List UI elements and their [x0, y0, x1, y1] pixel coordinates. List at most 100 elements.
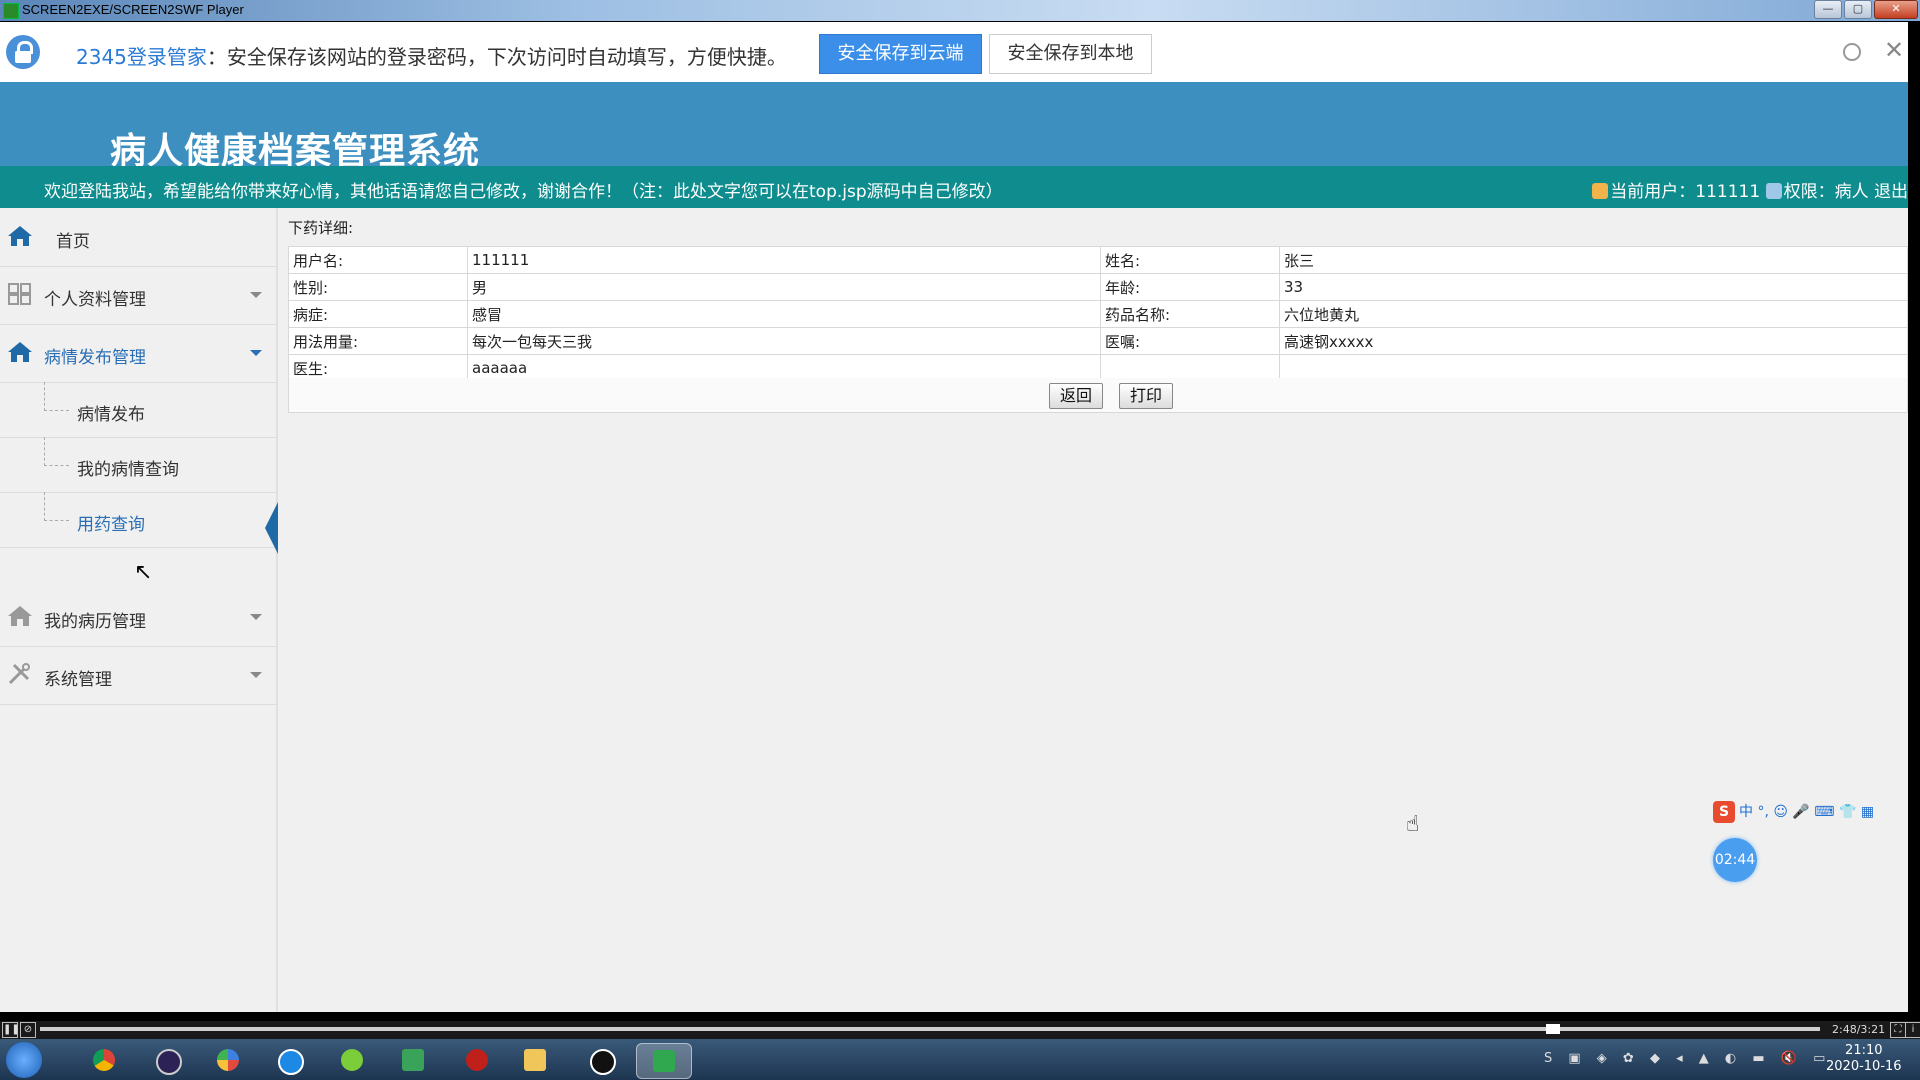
medication-detail-table: 用户名: 111111 姓名: 张三 性别: 男 年龄: 33 病症: 感冒 药…	[288, 246, 1908, 382]
name-value: 张三	[1279, 246, 1908, 274]
ime-toolbar[interactable]: S中 °, ☺ 🎤 ⌨ 👕 ▦	[1713, 801, 1908, 825]
tree-line	[44, 437, 69, 466]
browser-viewport: 2345登录管家：安全保存该网站的登录密码，下次访问时自动填写，方便快捷。 安全…	[0, 22, 1908, 1012]
ime-mode[interactable]: 中	[1739, 804, 1753, 820]
drug-label: 药品名称:	[1100, 300, 1280, 328]
clock-date: 2020-10-16	[1826, 1059, 1902, 1074]
minimize-button[interactable]: —	[1814, 0, 1842, 19]
clock[interactable]: 21:10 2020-10-16	[1826, 1043, 1902, 1075]
home-icon	[8, 606, 32, 626]
current-user-label: 当前用户：	[1610, 182, 1696, 202]
gender-value: 男	[467, 273, 1101, 301]
role-icon	[1765, 183, 1782, 199]
submenu-item-medication[interactable]: 用药查询	[0, 492, 278, 554]
sidebar-item-condition[interactable]: 病情发布管理	[0, 324, 276, 383]
sidebar-item-system[interactable]: 系统管理	[0, 646, 276, 705]
usage-value: 每次一包每天三我	[467, 327, 1101, 355]
current-user: 111111	[1695, 182, 1761, 202]
gender-label: 性别:	[288, 273, 468, 301]
sidebar-item-profile[interactable]: 个人资料管理	[0, 266, 276, 325]
player-controls: ❚❚ ⊘ 2:48/3:21 ⛶ i	[0, 1021, 1920, 1039]
save-to-local-button[interactable]: 安全保存到本地	[989, 34, 1152, 74]
browser-icon[interactable]	[272, 1043, 306, 1077]
clock-time: 21:10	[1845, 1043, 1883, 1058]
sidebar-item-records[interactable]: 我的病历管理	[0, 588, 276, 647]
system-tray[interactable]: S ▣ ◈ ✿ ◆ ◂ ▲ ◐ ▬ 🔇 ▭	[1544, 1051, 1831, 1066]
tree-line	[44, 492, 69, 521]
window-title: SCREEN2EXE/SCREEN2SWF Player	[22, 2, 244, 17]
table-row: 性别: 男 年龄: 33	[288, 273, 1908, 301]
sidebar-item-label: 个人资料管理	[44, 290, 146, 310]
chevron-down-icon	[250, 350, 262, 356]
submenu-item-my-condition[interactable]: 我的病情查询	[0, 437, 276, 493]
disease-label: 病症:	[288, 300, 468, 328]
seek-thumb[interactable]	[1546, 1024, 1560, 1034]
home-icon	[8, 342, 32, 362]
user-info: 当前用户：111111 权限：病人 退出	[1592, 177, 1908, 202]
player-title-bar: SCREEN2EXE/SCREEN2SWF Player — ▢ ✕	[0, 0, 1920, 21]
flash-icon[interactable]	[460, 1043, 494, 1077]
advice-value: 高速钢xxxxx	[1279, 327, 1908, 355]
sogou-icon[interactable]: S	[1713, 801, 1735, 823]
app-leaf-icon[interactable]	[335, 1043, 369, 1077]
app-icon	[3, 3, 19, 19]
folder-icon[interactable]	[518, 1043, 552, 1077]
start-button[interactable]	[6, 1042, 42, 1078]
submenu-item-publish[interactable]: 病情发布	[0, 382, 276, 438]
sidebar-item-home[interactable]: 首页	[0, 208, 276, 267]
system-header: 病人健康档案管理系统	[0, 82, 1908, 172]
welcome-bar: 欢迎登陆我站，希望能给你带来好心情，其他话语请您自己修改，谢谢合作！（注：此处文…	[0, 166, 1908, 208]
sheet-icon[interactable]	[396, 1043, 430, 1077]
drug-value: 六位地黄丸	[1279, 300, 1908, 328]
role-value: 病人	[1834, 182, 1869, 202]
maximize-button[interactable]: ▢	[1844, 0, 1872, 19]
photos-icon[interactable]	[211, 1043, 245, 1077]
sidebar-item-label: 系统管理	[44, 670, 112, 690]
sidebar-item-label: 病情发布管理	[44, 348, 146, 368]
age-value: 33	[1279, 273, 1908, 301]
close-window-button[interactable]: ✕	[1874, 0, 1918, 19]
stop-icon[interactable]: ⊘	[20, 1022, 36, 1038]
eclipse-icon[interactable]	[150, 1043, 184, 1077]
taskbar: S ▣ ◈ ✿ ◆ ◂ ▲ ◐ ▬ 🔇 ▭ 21:10 2020-10-16	[0, 1039, 1920, 1080]
ime-tools[interactable]: ☺ 🎤 ⌨ 👕 ▦	[1773, 804, 1874, 820]
pause-icon[interactable]: ❚❚	[2, 1022, 20, 1038]
role-label: 权限：	[1783, 182, 1835, 202]
logout-link[interactable]: 退出	[1874, 182, 1908, 202]
mouse-cursor-icon: ↖	[134, 560, 153, 585]
tools-icon	[8, 663, 30, 685]
home-icon	[8, 226, 32, 246]
action-row: 返回 打印	[288, 378, 1908, 413]
submenu-item-label: 用药查询	[77, 515, 145, 535]
info-icon[interactable]: i	[1905, 1022, 1920, 1038]
grid-icon	[8, 283, 31, 305]
lock-icon	[6, 35, 40, 69]
close-icon[interactable]: ✕	[1884, 36, 1904, 64]
chrome-icon[interactable]	[87, 1043, 121, 1077]
advice-label: 医嘱:	[1100, 327, 1280, 355]
username-value: 111111	[467, 246, 1101, 274]
table-row: 病症: 感冒 药品名称: 六位地黄丸	[288, 300, 1908, 328]
qq-icon[interactable]	[584, 1043, 618, 1077]
name-label: 姓名:	[1100, 246, 1280, 274]
breadcrumb: 下药详细:	[288, 219, 354, 237]
disease-value: 感冒	[467, 300, 1101, 328]
main-content: 下药详细: 用户名: 111111 姓名: 张三 性别: 男 年龄: 33 病症…	[278, 208, 1908, 1012]
table-row: 用户名: 111111 姓名: 张三	[288, 246, 1908, 274]
age-label: 年龄:	[1100, 273, 1280, 301]
hand-cursor-icon: ☝	[1406, 812, 1420, 837]
print-button[interactable]: 打印	[1119, 383, 1173, 409]
player-taskbar-icon[interactable]	[636, 1043, 692, 1079]
sidebar-item-label: 我的病历管理	[44, 612, 146, 632]
save-to-cloud-button[interactable]: 安全保存到云端	[819, 34, 982, 74]
table-row: 用法用量: 每次一包每天三我 医嘱: 高速钢xxxxx	[288, 327, 1908, 355]
gear-icon[interactable]	[1843, 43, 1861, 61]
fullscreen-icon[interactable]: ⛶	[1890, 1022, 1906, 1038]
submenu-item-label: 我的病情查询	[77, 460, 179, 480]
timer-badge[interactable]: 02:44	[1713, 838, 1757, 882]
submenu-item-label: 病情发布	[77, 405, 145, 425]
ime-punct[interactable]: °,	[1757, 804, 1768, 820]
back-button[interactable]: 返回	[1049, 383, 1103, 409]
password-manager-brand[interactable]: 2345登录管家	[76, 45, 207, 69]
username-label: 用户名:	[288, 246, 468, 274]
